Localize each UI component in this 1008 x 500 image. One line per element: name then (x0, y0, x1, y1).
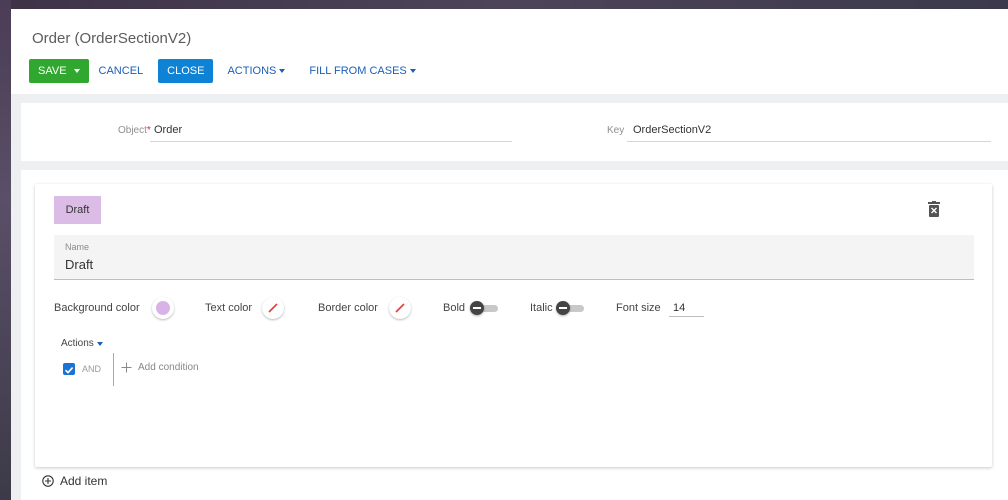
name-field[interactable]: Name Draft (54, 235, 974, 280)
name-field-label: Name (65, 242, 90, 252)
toggle-off-icon (556, 301, 570, 315)
object-field[interactable]: Order (154, 124, 182, 136)
key-field-underline (627, 141, 991, 142)
page-header: Order (OrderSectionV2) SAVE CANCEL CLOSE… (11, 9, 1008, 94)
add-condition-label: Add condition (138, 362, 199, 373)
font-size-input[interactable]: 14 (673, 302, 685, 314)
condition-group-divider (113, 353, 114, 386)
border-color-label: Border color (318, 302, 378, 314)
no-color-icon (395, 303, 405, 313)
background-color-swatch (156, 301, 170, 315)
page-title: Order (OrderSectionV2) (32, 30, 192, 47)
chevron-down-icon (279, 69, 286, 73)
close-button[interactable]: CLOSE (158, 59, 214, 83)
no-color-icon (268, 303, 278, 313)
actions-dropdown[interactable]: ACTIONS (219, 65, 293, 77)
add-item-button[interactable]: Add item (42, 474, 107, 488)
fill-from-cases-dropdown[interactable]: FILL FROM CASES (301, 65, 423, 77)
style-item-card (35, 184, 992, 467)
chevron-down-icon (409, 69, 416, 73)
border-color-picker[interactable] (389, 297, 411, 319)
save-button[interactable]: SAVE (29, 59, 89, 83)
bold-toggle[interactable] (470, 301, 498, 315)
name-field-value: Draft (65, 257, 94, 272)
add-condition-button[interactable]: Add condition (121, 362, 199, 373)
check-icon (64, 367, 74, 374)
save-button-label: SAVE (38, 65, 67, 77)
object-field-underline (150, 141, 512, 142)
italic-toggle[interactable] (556, 301, 584, 315)
window-frame-left (0, 0, 11, 500)
chevron-down-icon (73, 69, 80, 73)
delete-icon[interactable] (928, 201, 940, 217)
cancel-button[interactable]: CANCEL (91, 65, 152, 77)
plus-icon (121, 362, 132, 373)
actions-menu[interactable]: Actions (61, 338, 103, 349)
object-field-label: Object* (118, 125, 151, 136)
key-field-label: Key (607, 125, 625, 136)
font-size-underline (669, 316, 704, 317)
window-frame-top (0, 0, 1008, 9)
and-checkbox[interactable] (63, 363, 75, 375)
add-circle-icon (42, 475, 54, 487)
italic-label: Italic (530, 302, 553, 314)
background-color-picker[interactable] (152, 297, 174, 319)
actions-menu-label: Actions (61, 338, 94, 349)
actions-dropdown-label: ACTIONS (227, 65, 277, 77)
style-preview-chip[interactable]: Draft (54, 196, 101, 224)
and-operator-label: AND (82, 364, 102, 374)
background-color-label: Background color (54, 302, 140, 314)
fill-from-cases-label: FILL FROM CASES (309, 65, 407, 77)
toolbar: SAVE CANCEL CLOSE ACTIONS FILL FROM CASE… (29, 59, 424, 83)
font-size-label: Font size (616, 302, 661, 314)
chevron-down-icon (96, 341, 103, 346)
toggle-off-icon (470, 301, 484, 315)
add-item-label: Add item (60, 474, 108, 488)
text-color-label: Text color (205, 302, 253, 314)
key-field[interactable]: OrderSectionV2 (633, 124, 711, 136)
text-color-picker[interactable] (262, 297, 284, 319)
bold-label: Bold (443, 302, 466, 314)
